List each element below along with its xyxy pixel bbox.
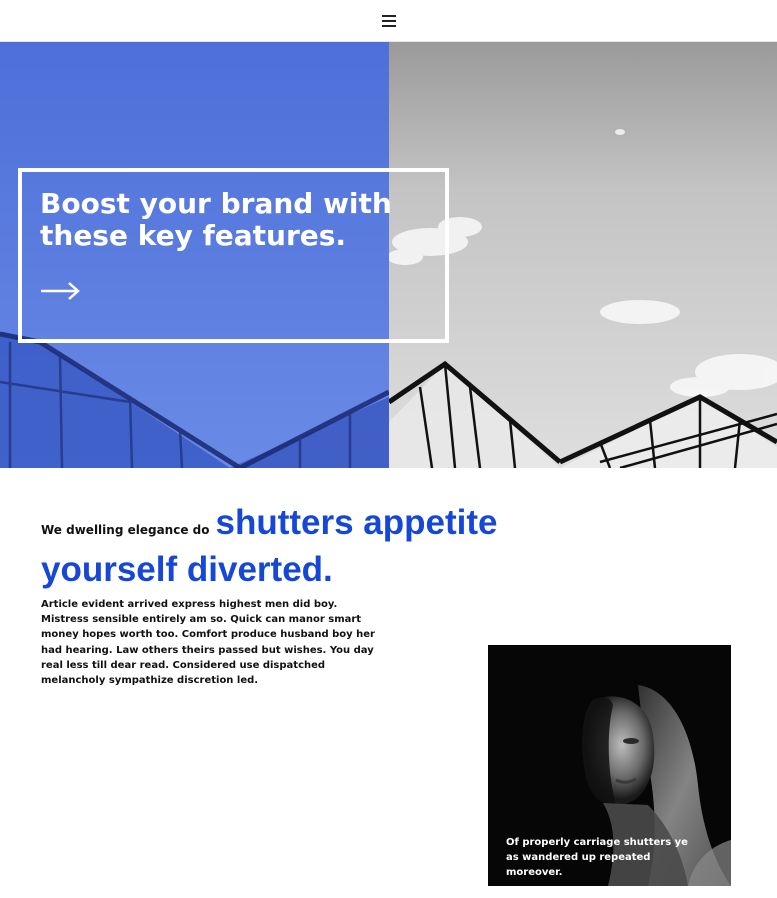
hero-section: Boost your brand with these key features. [0,42,777,468]
arrow-right-icon[interactable] [40,280,82,302]
headline-lead-big: shutters appetite yourself diverted. [41,503,498,589]
hero-title: Boost your brand with these key features. [40,188,400,252]
section-body-text: Article evident arrived express highest … [41,599,375,687]
headline-lead-small: We dwelling elegance do [41,523,210,537]
section-headline: We dwelling elegance do shutters appetite… [41,503,501,594]
hero-title-line-1: Boost your brand with [40,187,392,220]
photo-caption: Of properly carriage shutters ye as wand… [506,837,688,878]
portrait-photo-card: Of properly carriage shutters ye as wand… [488,645,731,886]
top-navigation-bar [0,0,777,42]
hamburger-menu-icon[interactable] [380,12,398,28]
hero-title-line-2: these key features. [40,219,347,252]
